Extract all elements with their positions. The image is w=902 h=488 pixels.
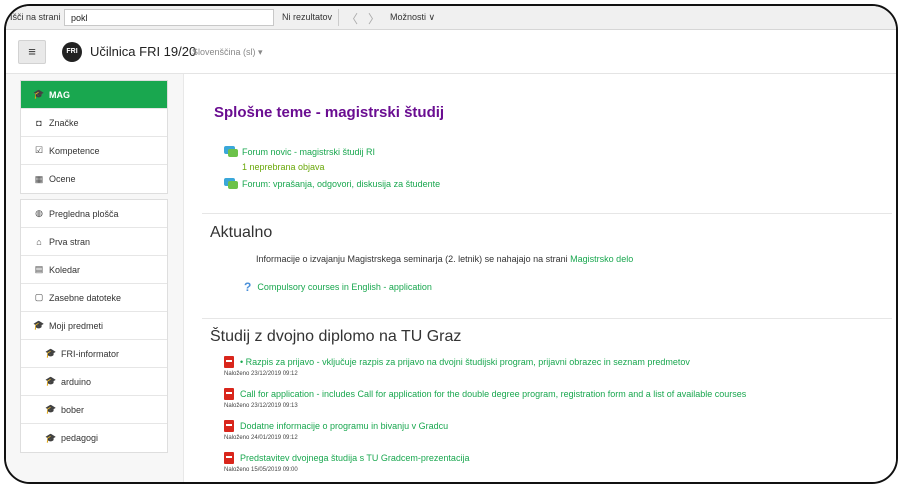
sidebar-item-label: Prva stran (49, 236, 91, 247)
section-title-aktualno: Aktualno (210, 224, 273, 241)
forum-discussion-link[interactable]: Forum: vprašanja, odgovori, diskusija za… (224, 178, 440, 189)
calendar-icon: ▤ (34, 264, 44, 274)
sidebar-item-label: bober (61, 404, 85, 415)
site-logo[interactable]: FRI (62, 42, 82, 62)
pdf-icon (224, 356, 234, 368)
checkbox-icon: ☑ (34, 145, 44, 155)
sidebar-item-label: Koledar (49, 264, 81, 275)
course-content: Splošne teme - magistrski študij Forum n… (190, 74, 896, 482)
hamburger-icon: ≡ (28, 44, 36, 59)
aktualno-note: Informacije o izvajanju Magistrskega sem… (256, 254, 633, 264)
graduation-cap-icon: 🎓 (45, 348, 57, 358)
section-title-dvojna-diploma: Študij z dvojno diplomo na TU Graz (210, 328, 462, 345)
find-label: Išči na strani (10, 12, 61, 22)
graduation-cap-icon: 🎓 (45, 376, 57, 386)
site-name-link[interactable]: Učilnica FRI 19/20 (90, 44, 196, 59)
table-icon: ▦ (34, 173, 44, 184)
sidebar-item[interactable]: 🎓 arduino (21, 368, 167, 396)
nav-group-site: ◍ Pregledna plošča ⌂ Prva stran ▤ Koledar ▢ Zas… (20, 199, 168, 453)
forum-icon (224, 178, 238, 189)
sidebar-item[interactable]: ▦ Ocene (21, 165, 167, 193)
sidebar-item-label: MAG (49, 89, 70, 100)
sidebar-item-label: FRI-informator (61, 348, 120, 359)
forum-news-label: Forum novic - magistrski študij RI (242, 146, 376, 157)
resource-label: Call for application - includes Call for… (240, 389, 747, 399)
forum-discussion-label: Forum: vprašanja, odgovori, diskusija za… (242, 178, 441, 189)
file-icon: ▢ (34, 292, 44, 302)
sidebar-item-label: Zasebne datoteke (49, 292, 122, 303)
sidebar-item-label: Značke (49, 117, 79, 128)
find-next-button[interactable]: 〉 (368, 10, 380, 27)
sidebar-item[interactable]: ▢ Zasebne datoteke (21, 284, 167, 312)
graduation-cap-icon: 🎓 (33, 320, 45, 330)
shield-icon: ◘ (36, 117, 42, 128)
resource-link[interactable]: Call for application - includes Call for… (224, 388, 746, 400)
sidebar-item-label: Moji predmeti (49, 320, 104, 331)
sidebar-item[interactable]: 🎓 MAG (21, 81, 167, 109)
pdf-icon (224, 452, 234, 464)
sidebar-item-label: pedagogi (61, 433, 99, 443)
note-text: Informacije o izvajanju Magistrskega sem… (256, 254, 568, 264)
pdf-icon (224, 420, 234, 432)
top-navbar: ≡ FRI Učilnica FRI 19/20 Slovenščina (sl… (6, 30, 896, 74)
find-bar: Išči na strani pokl Ni rezultatov 〈 〉 Mo… (6, 6, 896, 30)
browser-window: Išči na strani pokl Ni rezultatov 〈 〉 Mo… (4, 4, 898, 484)
upload-date: Naloženo 23/12/2019 09:13 (224, 403, 298, 409)
resource-label: Predstavitev dvojnega študija s TU Gradc… (240, 453, 470, 463)
compulsory-courses-link[interactable]: ? Compulsory courses in English - applic… (244, 280, 432, 294)
resource-item: Dodatne informacije o programu in bivanj… (224, 420, 448, 441)
find-options-button[interactable]: Možnosti ∨ (390, 12, 435, 23)
graduation-cap-icon: 🎓 (33, 89, 45, 99)
question-icon: ? (244, 280, 252, 294)
compulsory-courses-label: Compulsory courses in English - applicat… (257, 282, 432, 292)
upload-date: Naloženo 23/12/2019 09:12 (224, 371, 298, 377)
resource-item: Predstavitev dvojnega študija s TU Gradc… (224, 452, 469, 473)
upload-date: Naloženo 15/05/2019 09:00 (224, 467, 298, 473)
sidebar-item-label: arduino (61, 376, 92, 387)
forum-icon (224, 146, 238, 157)
sidebar-item[interactable]: 🎓 pedagogi (21, 424, 167, 452)
section-divider (202, 318, 892, 319)
sidebar-item-label: Pregledna plošča (49, 208, 119, 219)
resource-link[interactable]: Dodatne informacije o programu in bivanj… (224, 420, 448, 432)
resource-link[interactable]: • Razpis za prijavo - vključuje razpis z… (224, 356, 690, 368)
sidebar-item[interactable]: 🎓 FRI-informator (21, 340, 167, 368)
home-icon: ⌂ (36, 236, 42, 247)
sidebar-item[interactable]: 🎓 Moji predmeti (21, 312, 167, 340)
sidebar-item-label: Kompetence (49, 145, 100, 156)
sidebar-item[interactable]: 🎓 bober (21, 396, 167, 424)
sidebar-item[interactable]: ⌂ Prva stran (21, 228, 167, 256)
divider (338, 9, 339, 26)
language-menu[interactable]: Slovenščina (sl) ▾ (192, 47, 263, 58)
graduation-cap-icon: 🎓 (45, 404, 57, 414)
resource-label: Dodatne informacije o programu in bivanj… (240, 421, 449, 431)
section-title-general: Splošne teme - magistrski študij (214, 104, 445, 121)
resource-link[interactable]: Predstavitev dvojnega študija s TU Gradc… (224, 452, 469, 464)
resource-item: Call for application - includes Call for… (224, 388, 746, 409)
resource-item: • Razpis za prijavo - vključuje razpis z… (224, 356, 690, 377)
nav-drawer: 🎓 MAG ◘ Značke ☑ Kompetence ▦ Ocene ◍ Pregledna … (6, 74, 184, 482)
find-results: Ni rezultatov (282, 12, 333, 22)
upload-date: Naloženo 24/01/2019 09:12 (224, 435, 298, 441)
sidebar-item-label: Ocene (49, 174, 76, 184)
unread-posts-link[interactable]: 1 neprebrana objava (242, 162, 325, 172)
graduation-cap-icon: 🎓 (45, 432, 57, 443)
dashboard-icon: ◍ (35, 208, 43, 218)
find-input[interactable]: pokl (64, 9, 274, 26)
sidebar-item[interactable]: ▤ Koledar (21, 256, 167, 284)
resource-label: • Razpis za prijavo - vključuje razpis z… (240, 357, 690, 367)
magistrsko-delo-link[interactable]: Magistrsko delo (570, 254, 633, 264)
find-prev-button[interactable]: 〈 (346, 10, 358, 27)
forum-news-link[interactable]: Forum novic - magistrski študij RI (224, 146, 375, 157)
nav-group-course: 🎓 MAG ◘ Značke ☑ Kompetence ▦ Ocene (20, 80, 168, 194)
pdf-icon (224, 388, 234, 400)
sidebar-item[interactable]: ◍ Pregledna plošča (21, 200, 167, 228)
sidebar-item[interactable]: ☑ Kompetence (21, 137, 167, 165)
section-divider (202, 213, 892, 214)
sidebar-item[interactable]: ◘ Značke (21, 109, 167, 137)
menu-toggle-button[interactable]: ≡ (18, 40, 46, 64)
